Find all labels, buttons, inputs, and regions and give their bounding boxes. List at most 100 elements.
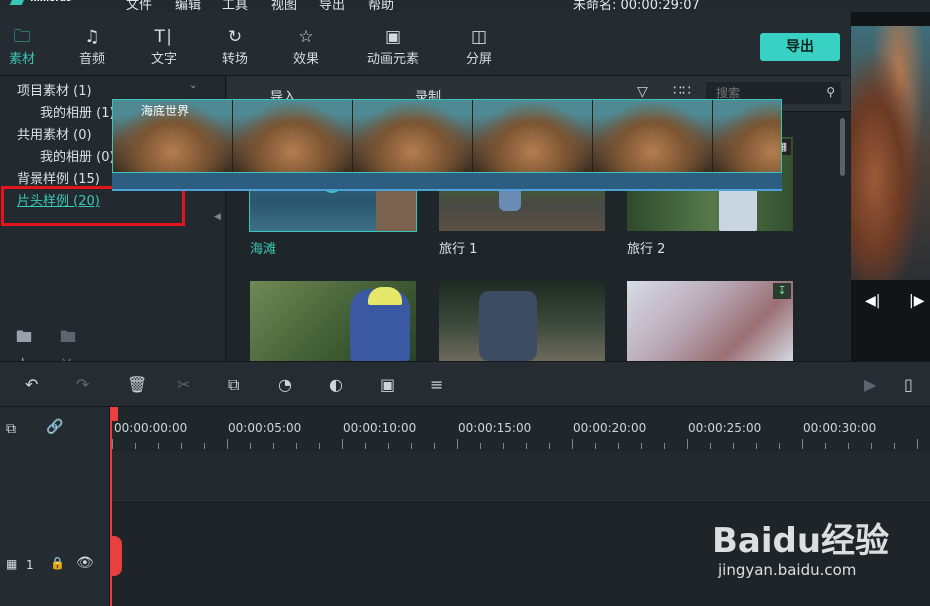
ruler-tick <box>802 439 803 449</box>
playhead-cap[interactable] <box>110 407 118 421</box>
media-label-beach: 海滩 <box>250 242 277 257</box>
link-icon[interactable]: 🔗 <box>46 419 63 435</box>
chevron-down-icon[interactable]: ⌄ <box>189 80 197 91</box>
undo-icon[interactable]: ↶ <box>25 375 38 394</box>
play-icon[interactable]: |▶ <box>909 293 924 309</box>
helmet <box>368 287 402 305</box>
folder-background-samples[interactable]: 背景样例 (15) <box>17 168 100 187</box>
ruler-tick <box>756 443 757 449</box>
audio-mixer-icon[interactable]: ≡ <box>430 375 443 394</box>
speed-icon[interactable]: ◔ <box>278 375 292 394</box>
green-screen-icon[interactable]: ▣ <box>380 375 395 394</box>
ruler-tick <box>319 443 320 449</box>
ruler-tick <box>687 439 688 449</box>
tab-text[interactable]: T∣ 文字 <box>134 26 194 67</box>
collapse-panel-icon[interactable]: ◀ <box>214 212 221 222</box>
delete-icon[interactable]: 🗑 <box>127 375 147 394</box>
clip-frame <box>593 100 713 172</box>
media-scrollbar[interactable] <box>840 118 845 176</box>
ruler-tick <box>710 443 711 449</box>
render-preview-icon[interactable]: ▶ <box>864 375 876 394</box>
ruler-tick <box>871 443 872 449</box>
export-button[interactable]: 导出 <box>760 33 840 61</box>
clip-title: 海底世界 <box>141 104 190 118</box>
filmora-logo-icon <box>9 0 27 5</box>
tab-audio[interactable]: ♫ 音频 <box>62 26 122 67</box>
menu-help[interactable]: 帮助 <box>368 0 394 12</box>
tab-transitions-label: 转场 <box>221 52 248 67</box>
add-folder-icon[interactable]: 🖿+ <box>16 326 40 372</box>
ruler-tick <box>112 439 113 449</box>
menu-export[interactable]: 导出 <box>319 0 345 12</box>
app-logo-text: filmora9 <box>30 0 72 4</box>
crop-icon[interactable]: ⧉ <box>228 375 239 395</box>
ruler-tick <box>894 443 895 449</box>
delete-folder-icon[interactable]: 🖿× <box>60 326 84 372</box>
ruler-tick <box>733 443 734 449</box>
menu-file[interactable]: 文件 <box>126 0 152 12</box>
clip-audio-bar[interactable] <box>112 173 782 191</box>
tab-elements[interactable]: ▣ 动画元素 <box>348 26 438 67</box>
track-row-empty[interactable] <box>110 451 930 503</box>
baidu-watermark: Baidu经验 jingyan.baidu.com <box>712 505 922 585</box>
search-icon[interactable]: ⚲ <box>826 85 835 99</box>
ruler-tick <box>296 443 297 449</box>
lock-icon[interactable]: 🔒 <box>50 556 65 570</box>
timecode-5: 00:00:05:00 <box>228 421 302 435</box>
step-back-icon[interactable]: ◀| <box>865 293 880 309</box>
clip-frame <box>353 100 473 172</box>
ruler-tick <box>779 443 780 449</box>
menu-view[interactable]: 视图 <box>271 0 297 12</box>
grid-view-icon[interactable]: ∷∷ <box>673 83 691 99</box>
folder-project-media-label: 项目素材 (1) <box>17 84 92 99</box>
menu-edit[interactable]: 编辑 <box>175 0 201 12</box>
transition-icon: ↻ <box>227 27 243 47</box>
ruler-tick <box>411 443 412 449</box>
eye-icon[interactable]: 👁 <box>76 555 94 571</box>
track-number: 1 <box>26 558 34 572</box>
tab-media[interactable]: 🗀 素材 <box>0 26 52 67</box>
add-track-icon[interactable]: ⧉ <box>6 421 16 437</box>
folder-shared-media[interactable]: 共用素材 (0) ⌄ <box>17 124 197 143</box>
clip-frame <box>473 100 593 172</box>
cut-icon[interactable]: ✂ <box>177 375 190 394</box>
marker-icon[interactable]: ▯ <box>904 375 913 394</box>
media-label-travel-1: 旅行 1 <box>439 242 478 257</box>
ruler-tick <box>572 439 573 449</box>
ruler-tick <box>158 443 159 449</box>
ruler-tick <box>848 443 849 449</box>
color-icon[interactable]: ◐ <box>329 375 343 394</box>
clip-frame <box>233 100 353 172</box>
video-track-icon: ▦ <box>6 557 18 571</box>
library-tab-bar: 🗀 素材 ♫ 音频 T∣ 文字 ↻ 转场 ☆ 效果 ▣ 动画元素 ◫ 分屏 导出 <box>0 12 850 76</box>
folder-my-album-2[interactable]: 我的相册 (0) <box>40 146 115 165</box>
tab-transitions[interactable]: ↻ 转场 <box>205 26 265 67</box>
tab-split-screen[interactable]: ◫ 分屏 <box>449 26 509 67</box>
preview-image <box>851 26 930 280</box>
ruler-tick <box>227 439 228 449</box>
time-ruler[interactable]: 00:00:00:00 00:00:05:00 00:00:10:00 00:0… <box>110 407 930 451</box>
tab-effects[interactable]: ☆ 效果 <box>276 26 336 67</box>
ruler-tick <box>135 443 136 449</box>
ruler-tick <box>526 443 527 449</box>
playhead[interactable] <box>110 407 112 606</box>
annotation-red-box <box>1 186 185 226</box>
ruler-tick <box>641 443 642 449</box>
media-thumb-4[interactable] <box>250 281 416 361</box>
media-thumb-6[interactable]: ↧ <box>627 281 793 361</box>
media-thumb-5[interactable] <box>439 281 605 361</box>
ruler-tick <box>434 443 435 449</box>
menu-tools[interactable]: 工具 <box>222 0 248 12</box>
timecode-25: 00:00:25:00 <box>688 421 762 435</box>
ruler-tick <box>181 443 182 449</box>
ruler-tick <box>825 443 826 449</box>
folder-project-media[interactable]: 项目素材 (1) ⌄ <box>17 80 197 99</box>
download-icon[interactable]: ↧ <box>773 283 791 299</box>
redo-icon[interactable]: ↷ <box>76 375 89 394</box>
filter-icon[interactable]: ▽ <box>637 84 648 100</box>
watermark-url: jingyan.baidu.com <box>718 561 857 579</box>
folder-my-album-1[interactable]: 我的相册 (1) <box>40 102 115 121</box>
cyclists-group <box>479 291 537 361</box>
video-clip[interactable]: 海底世界 <box>112 99 782 173</box>
preview-panel: ◀| |▶ <box>851 12 930 361</box>
